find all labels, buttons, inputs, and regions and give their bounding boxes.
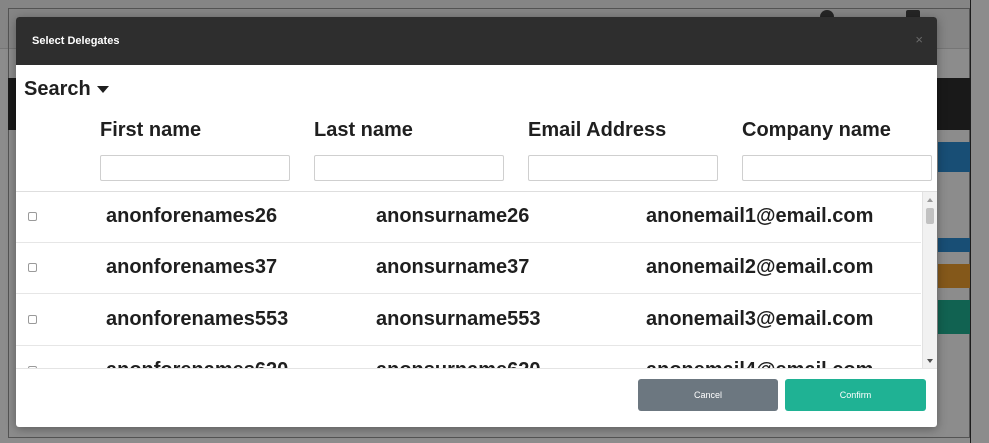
table-row[interactable]: anonforenames37 anonsurname37 anonemail2…	[16, 243, 921, 294]
select-checkbox[interactable]	[28, 212, 37, 221]
first-name-cell: anonforenames26	[106, 205, 278, 227]
table-row[interactable]: anonforenames553 anonsurname553 anonemai…	[16, 295, 921, 346]
scroll-down-icon[interactable]	[927, 359, 933, 363]
first-name-cell: anonforenames553	[106, 308, 289, 330]
filter-label-company-name: Company name	[742, 119, 891, 141]
last-name-cell: anonsurname26	[376, 205, 530, 227]
scroll-up-icon[interactable]	[927, 198, 933, 202]
company-name-input[interactable]	[742, 155, 932, 181]
filter-label-email-address: Email Address	[528, 119, 667, 141]
close-icon[interactable]: ×	[915, 32, 923, 47]
search-toggle-label: Search	[24, 78, 91, 100]
email-address-input[interactable]	[528, 155, 718, 181]
delegate-results-list[interactable]: anonforenames26 anonsurname26 anonemail1…	[16, 191, 937, 369]
filter-company-name: Company name	[742, 119, 932, 181]
email-cell: anonemail3@email.com	[646, 308, 874, 330]
last-name-cell: anonsurname553	[376, 308, 541, 330]
modal-footer: Cancel Confirm	[16, 368, 937, 427]
results-scrollbar[interactable]	[922, 192, 937, 369]
select-checkbox[interactable]	[28, 263, 37, 272]
confirm-button[interactable]: Confirm	[785, 379, 926, 411]
first-name-input[interactable]	[100, 155, 290, 181]
modal-header: Select Delegates ×	[16, 17, 937, 65]
search-toggle[interactable]: Search	[24, 78, 109, 101]
filter-last-name: Last name	[314, 119, 504, 181]
cancel-button[interactable]: Cancel	[638, 379, 778, 411]
filter-label-last-name: Last name	[314, 119, 413, 141]
caret-down-icon	[96, 86, 109, 93]
last-name-input[interactable]	[314, 155, 504, 181]
last-name-cell: anonsurname37	[376, 256, 530, 278]
filter-label-first-name: First name	[100, 119, 202, 141]
table-row[interactable]: anonforenames620 anonsurname620 anonemai…	[16, 346, 921, 369]
first-name-cell: anonforenames37	[106, 256, 278, 278]
modal-title: Select Delegates	[32, 35, 120, 47]
table-row[interactable]: anonforenames26 anonsurname26 anonemail1…	[16, 192, 921, 243]
filter-first-name: First name	[100, 119, 290, 181]
select-delegates-modal: Select Delegates × Search First name Las…	[16, 17, 937, 427]
filter-email-address: Email Address	[528, 119, 718, 181]
email-cell: anonemail2@email.com	[646, 256, 874, 278]
select-checkbox[interactable]	[28, 315, 37, 324]
scrollbar-thumb[interactable]	[926, 208, 934, 224]
email-cell: anonemail1@email.com	[646, 205, 874, 227]
